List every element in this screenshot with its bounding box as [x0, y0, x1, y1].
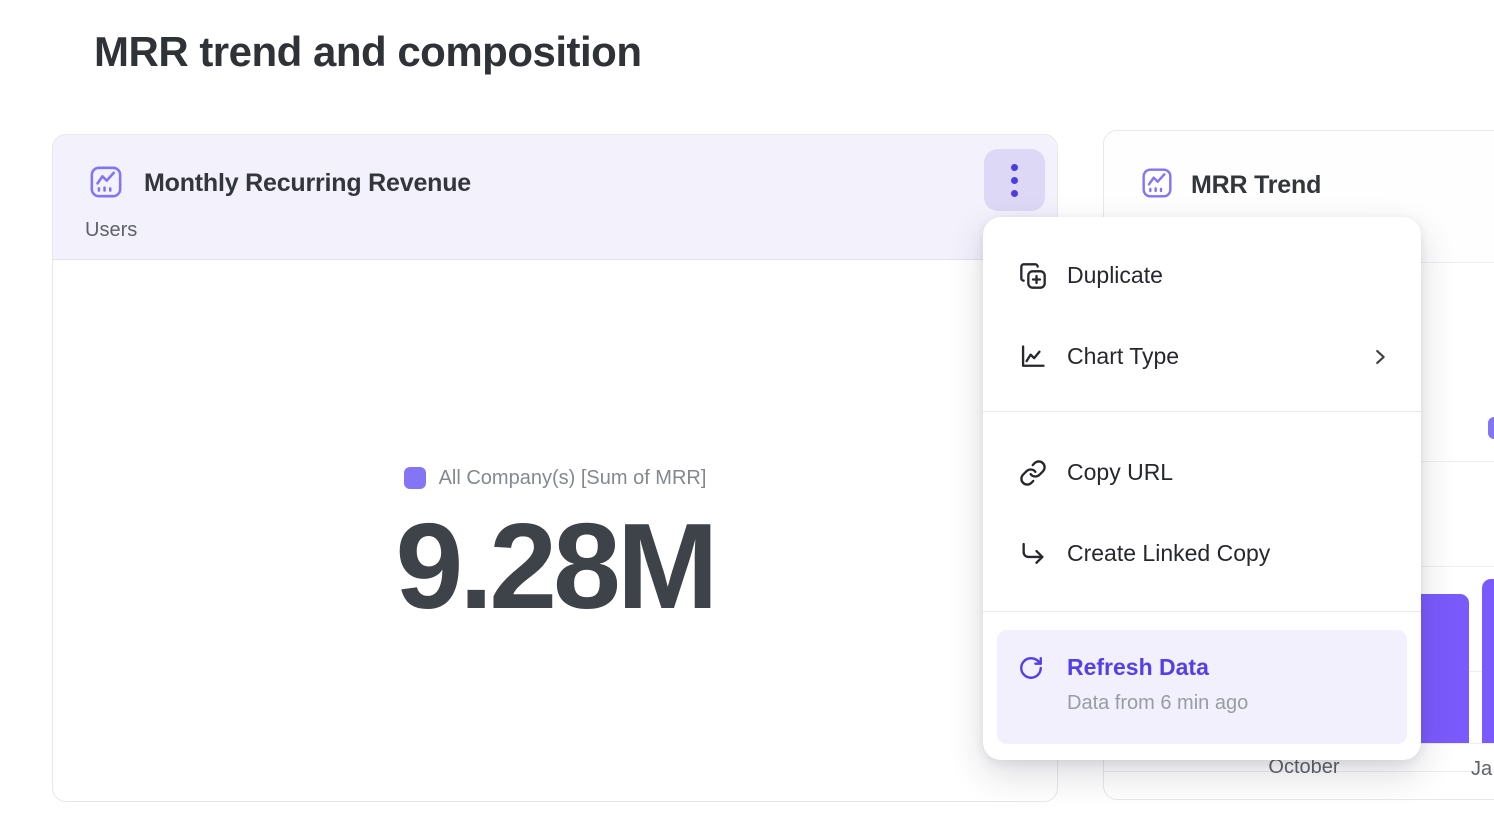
- kpi-content: All Company(s) [Sum of MRR] 9.28M: [53, 260, 1057, 803]
- menu-item-duplicate[interactable]: Duplicate: [983, 235, 1421, 316]
- mrr-card-subtitle: Users: [85, 219, 137, 242]
- x-tick-january: Ja: [1471, 758, 1492, 781]
- kpi-legend: All Company(s) [Sum of MRR]: [404, 467, 707, 490]
- card-context-menu: Duplicate Chart Type Copy URL: [983, 217, 1421, 760]
- menu-item-chart-type[interactable]: Chart Type: [983, 316, 1421, 397]
- duplicate-icon: [1018, 261, 1048, 291]
- legend-swatch: [1488, 417, 1494, 439]
- legend-label: All Company(s) [Sum of MRR]: [439, 467, 707, 490]
- corner-down-right-icon: [1018, 539, 1048, 569]
- mrr-trend-card-title: MRR Trend: [1191, 171, 1321, 200]
- legend-swatch: [404, 467, 426, 489]
- refresh-timestamp: Data from 6 min ago: [1067, 692, 1248, 715]
- menu-item-create-linked-copy[interactable]: Create Linked Copy: [983, 513, 1421, 594]
- mrr-card-title: Monthly Recurring Revenue: [144, 169, 471, 198]
- menu-divider: [983, 611, 1421, 612]
- mrr-card-header: Monthly Recurring Revenue Users: [53, 135, 1057, 260]
- menu-item-refresh-data[interactable]: Refresh Data Data from 6 min ago: [997, 630, 1407, 744]
- card-menu-button[interactable]: [984, 149, 1045, 211]
- line-chart-badge-icon: [89, 165, 123, 199]
- menu-divider: [983, 411, 1421, 412]
- menu-item-copy-url[interactable]: Copy URL: [983, 432, 1421, 513]
- kpi-value: 9.28M: [395, 496, 714, 636]
- menu-item-label: Copy URL: [1067, 459, 1173, 486]
- line-chart-badge-icon: [1141, 167, 1173, 199]
- monthly-recurring-revenue-card: Monthly Recurring Revenue Users All Comp…: [52, 134, 1058, 802]
- menu-item-label: Chart Type: [1067, 343, 1179, 370]
- chart-type-icon: [1018, 342, 1048, 372]
- page-title: MRR trend and composition: [94, 28, 642, 76]
- kebab-icon: [1011, 164, 1018, 171]
- bar-january[interactable]: [1482, 579, 1494, 743]
- refresh-icon: [1018, 655, 1044, 681]
- menu-item-label: Duplicate: [1067, 262, 1163, 289]
- refresh-label: Refresh Data: [1067, 654, 1209, 681]
- menu-item-label: Create Linked Copy: [1067, 540, 1270, 567]
- link-icon: [1018, 458, 1048, 488]
- chevron-right-icon: [1369, 346, 1391, 368]
